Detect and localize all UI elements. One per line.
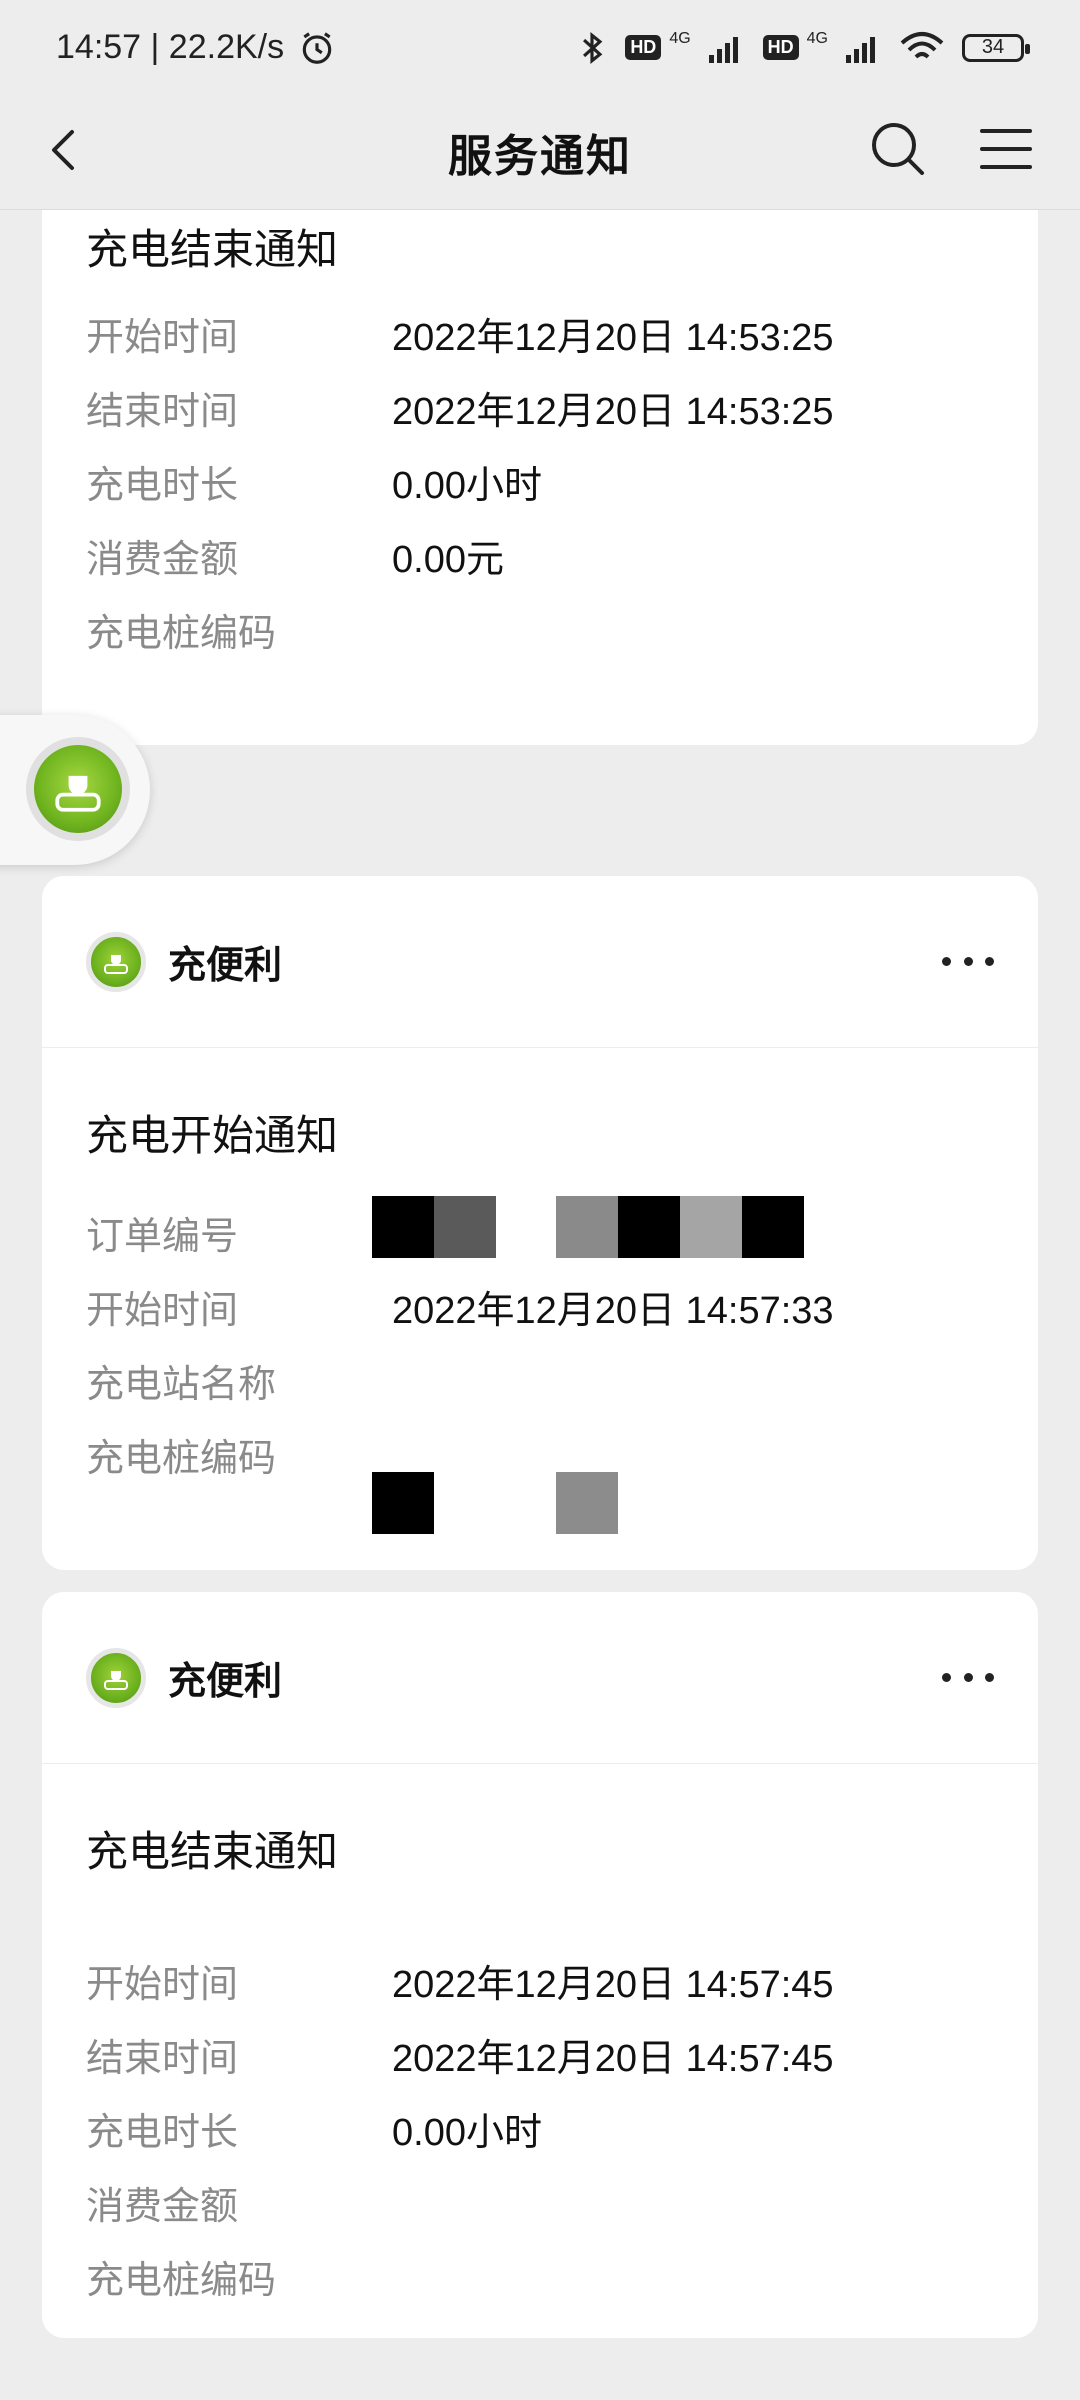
row-value: 2022年12月20日 14:57:45	[392, 1964, 834, 2006]
row-value: 2022年12月20日 14:57:45	[392, 2038, 834, 2080]
redacted-block	[556, 1472, 618, 1534]
plug-car-icon	[104, 1664, 128, 1690]
redacted-block	[742, 1196, 804, 1258]
card-header[interactable]: 充便利	[42, 1592, 1038, 1764]
card-header[interactable]: 充便利	[42, 876, 1038, 1048]
notification-card-charge-end-1[interactable]: 充电结束通知 开始时间 2022年12月20日 14:53:25 结束时间 20…	[42, 210, 1038, 745]
row-label: 结束时间	[86, 2038, 239, 2080]
status-left: 14:57 | 22.2K/s	[56, 28, 336, 67]
more-options-icon[interactable]	[942, 1662, 994, 1692]
sender-avatar[interactable]	[86, 1647, 146, 1708]
card-title: 充电结束通知	[86, 226, 339, 273]
row-label: 充电站名称	[86, 1364, 277, 1406]
row-label: 充电桩编码	[86, 1438, 277, 1480]
status-bar: 14:57 | 22.2K/s HD 4G HD 4G 34	[0, 0, 1080, 95]
hd-badge-1: HD	[625, 35, 662, 60]
row-label: 结束时间	[86, 391, 239, 433]
row-value: 0.00小时	[392, 465, 542, 507]
floating-app-bubble[interactable]	[0, 715, 150, 865]
row-label: 充电桩编码	[86, 613, 277, 655]
redacted-block	[556, 1196, 618, 1258]
redacted-block	[618, 1196, 680, 1258]
app-bubble-avatar[interactable]	[26, 737, 130, 841]
network-type-1: 4G	[669, 29, 691, 47]
row-label: 充电桩编码	[86, 2260, 277, 2302]
menu-icon[interactable]	[976, 119, 1036, 179]
notification-list[interactable]: 充电结束通知 开始时间 2022年12月20日 14:53:25 结束时间 20…	[0, 210, 1080, 2400]
status-right: HD 4G HD 4G 34	[577, 29, 1030, 67]
alarm-icon	[302, 31, 332, 64]
back-arrow-icon[interactable]	[36, 120, 96, 180]
notification-card-charge-end-2[interactable]: 充便利 充电结束通知 开始时间 2022年12月20日 14:57:45 结束时…	[42, 1592, 1038, 2338]
plug-car-icon	[55, 764, 101, 812]
more-options-icon[interactable]	[942, 946, 994, 976]
redacted-block	[372, 1472, 434, 1534]
card-title: 充电开始通知	[86, 1112, 339, 1159]
wifi-icon	[900, 31, 944, 58]
sender-avatar[interactable]	[86, 931, 146, 992]
hd-badge-2: HD	[762, 35, 799, 60]
network-type-2: 4G	[806, 29, 828, 47]
notification-card-charge-start[interactable]: 充便利 充电开始通知 订单编号 开始时间 2022年12月20日 14:57:3…	[42, 876, 1038, 1570]
row-label: 开始时间	[86, 317, 239, 359]
status-time: 14:57 | 22.2K/s	[56, 28, 285, 66]
redacted-block	[372, 1196, 434, 1258]
redacted-block	[680, 1196, 742, 1258]
row-value: 2022年12月20日 14:53:25	[392, 391, 834, 433]
signal-icon-2	[846, 36, 875, 63]
search-icon[interactable]	[866, 117, 930, 181]
page-title: 服务通知	[448, 132, 632, 181]
row-label: 开始时间	[86, 1290, 239, 1332]
redacted-block	[434, 1196, 496, 1258]
row-label: 充电时长	[86, 2112, 239, 2154]
sender-name[interactable]: 充便利	[168, 934, 282, 989]
sender-name[interactable]: 充便利	[168, 1650, 282, 1705]
row-value: 0.00小时	[392, 2112, 542, 2154]
row-value: 2022年12月20日 14:53:25	[392, 317, 834, 359]
battery-level: 34	[981, 36, 1005, 58]
card-title: 充电结束通知	[86, 1828, 339, 1875]
battery-icon: 34	[962, 33, 1030, 62]
row-label: 充电时长	[86, 465, 239, 507]
row-label: 订单编号	[86, 1216, 239, 1258]
plug-car-icon	[104, 948, 128, 974]
row-value: 2022年12月20日 14:57:33	[392, 1290, 834, 1332]
bluetooth-icon	[583, 31, 603, 64]
row-value: 0.00元	[392, 539, 504, 581]
row-label: 消费金额	[86, 539, 239, 581]
row-label: 消费金额	[86, 2186, 239, 2228]
nav-bar: 服务通知	[0, 95, 1080, 210]
row-label: 开始时间	[86, 1964, 239, 2006]
signal-icon-1	[708, 36, 738, 63]
